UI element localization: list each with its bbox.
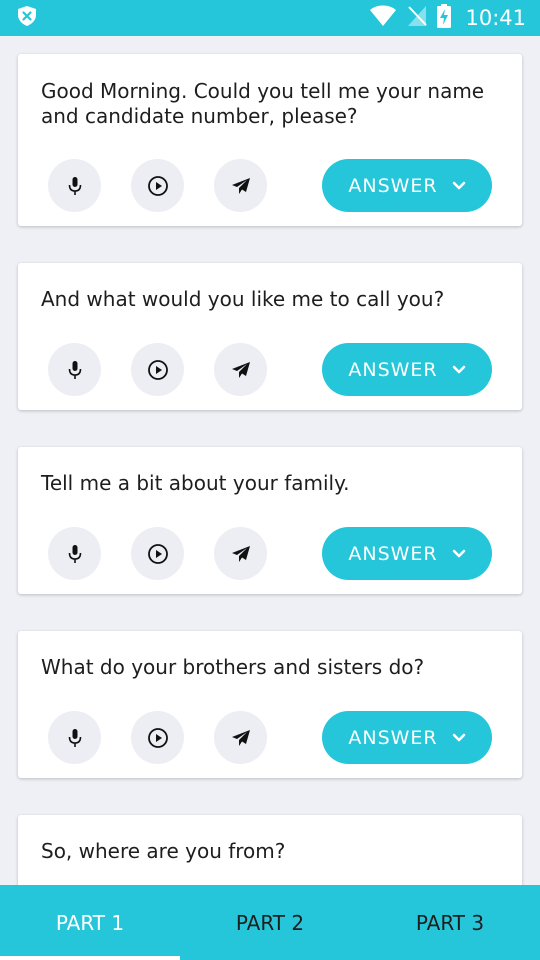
question-text: So, where are you from?	[41, 839, 504, 864]
send-icon	[231, 361, 250, 378]
question-text: Good Morning. Could you tell me your nam…	[41, 79, 504, 129]
answer-label: ANSWER	[348, 358, 438, 381]
tab-label: PART 3	[415, 910, 485, 935]
status-bar: 10:41	[0, 0, 540, 36]
play-circle-icon	[147, 727, 168, 748]
play-button[interactable]	[131, 527, 184, 580]
record-button[interactable]	[48, 343, 101, 396]
play-circle-icon	[147, 359, 168, 380]
question-line: Good Morning. Could you tell me your nam…	[41, 79, 485, 103]
tab-part-1[interactable]: PART 1	[0, 885, 180, 960]
microphone-icon	[68, 360, 81, 379]
send-button[interactable]	[214, 527, 267, 580]
app-shield-icon	[16, 5, 38, 32]
answer-label: ANSWER	[348, 174, 438, 197]
question-line: Tell me a bit about your family.	[41, 471, 350, 495]
wifi-icon	[369, 5, 397, 32]
answer-button[interactable]: ANSWER	[322, 527, 492, 580]
play-button[interactable]	[131, 159, 184, 212]
question-card: Tell me a bit about your family. ANSWER	[18, 447, 522, 594]
record-button[interactable]	[48, 527, 101, 580]
answer-label: ANSWER	[348, 726, 438, 749]
bottom-tab-bar: PART 1 PART 2 PART 3	[0, 885, 540, 960]
question-actions: ANSWER	[48, 159, 492, 213]
tab-part-2[interactable]: PART 2	[180, 885, 360, 960]
question-actions: ANSWER	[48, 527, 492, 581]
question-line: And what would you like me to call you?	[41, 287, 445, 311]
active-tab-indicator	[0, 956, 180, 960]
tab-label: PART 1	[55, 910, 125, 935]
question-list[interactable]: Good Morning. Could you tell me your nam…	[0, 36, 540, 885]
send-icon	[231, 545, 250, 562]
record-button[interactable]	[48, 159, 101, 212]
clock: 10:41	[465, 6, 526, 30]
send-button[interactable]	[214, 711, 267, 764]
no-signal-icon	[407, 5, 428, 32]
microphone-icon	[68, 176, 81, 195]
battery-charging-icon	[437, 3, 452, 33]
question-text: Tell me a bit about your family.	[41, 471, 504, 496]
question-card: What do your brothers and sisters do? AN…	[18, 631, 522, 778]
question-text: What do your brothers and sisters do?	[41, 655, 504, 680]
answer-button[interactable]: ANSWER	[322, 711, 492, 764]
send-icon	[231, 177, 250, 194]
question-card: Good Morning. Could you tell me your nam…	[18, 54, 522, 226]
question-actions: ANSWER	[48, 711, 492, 765]
answer-label: ANSWER	[348, 542, 438, 565]
question-line: and candidate number, please?	[41, 104, 358, 128]
question-text: And what would you like me to call you?	[41, 287, 504, 312]
send-button[interactable]	[214, 159, 267, 212]
tab-part-3[interactable]: PART 3	[360, 885, 540, 960]
tab-label: PART 2	[235, 910, 305, 935]
record-button[interactable]	[48, 711, 101, 764]
chevron-down-icon	[452, 181, 465, 189]
play-button[interactable]	[131, 711, 184, 764]
chevron-down-icon	[452, 733, 465, 741]
chevron-down-icon	[452, 549, 465, 557]
send-icon	[231, 729, 250, 746]
play-button[interactable]	[131, 343, 184, 396]
question-actions: ANSWER	[48, 343, 492, 397]
answer-button[interactable]: ANSWER	[322, 159, 492, 212]
play-circle-icon	[147, 175, 168, 196]
question-card: So, where are you from?	[18, 815, 522, 885]
question-card: And what would you like me to call you? …	[18, 263, 522, 410]
answer-button[interactable]: ANSWER	[322, 343, 492, 396]
microphone-icon	[68, 544, 81, 563]
chevron-down-icon	[452, 365, 465, 373]
send-button[interactable]	[214, 343, 267, 396]
play-circle-icon	[147, 543, 168, 564]
question-line: So, where are you from?	[41, 839, 286, 863]
question-line: What do your brothers and sisters do?	[41, 655, 425, 679]
microphone-icon	[68, 728, 81, 747]
